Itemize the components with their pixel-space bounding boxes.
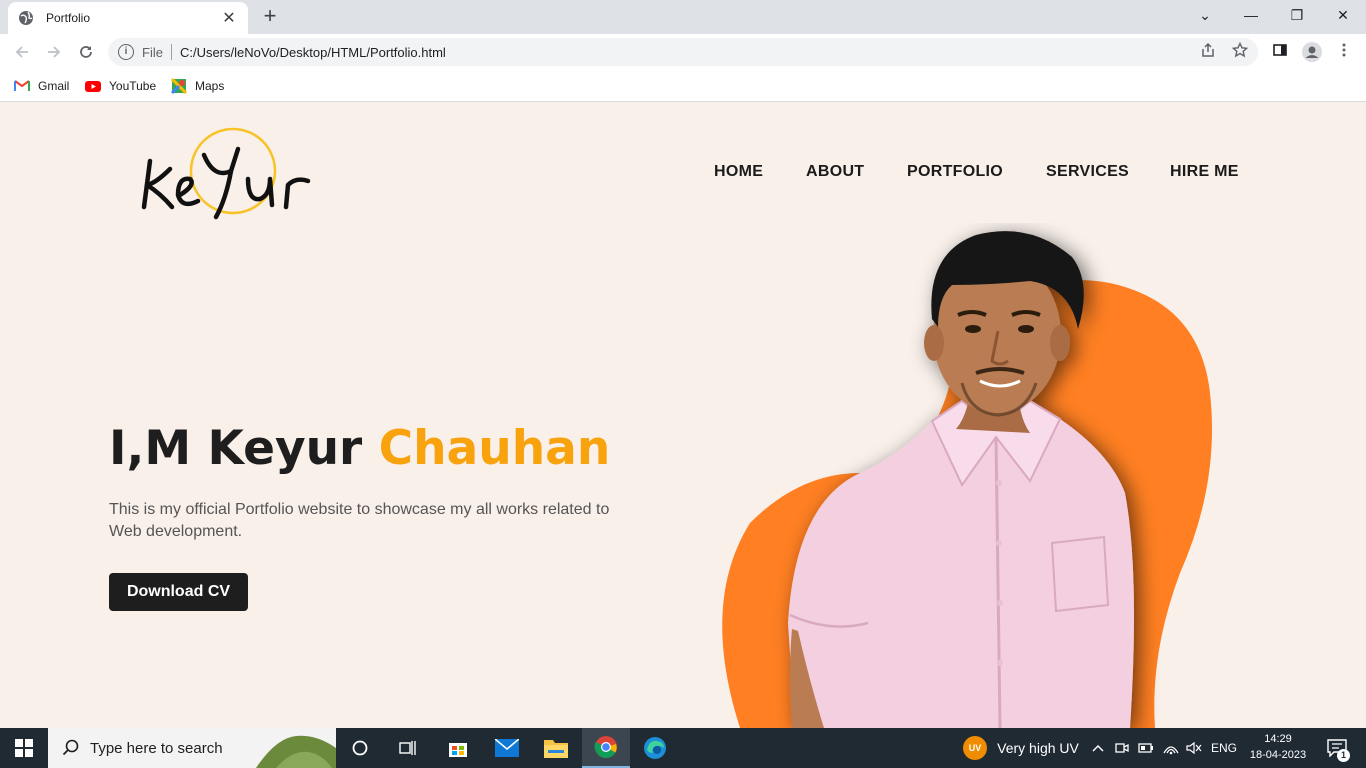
search-placeholder: Type here to search — [90, 739, 223, 757]
tab-portfolio[interactable]: Portfolio ✕ — [8, 2, 248, 34]
bookmark-label: YouTube — [109, 79, 157, 93]
tab-search-chevron-icon[interactable]: ⌄ — [1182, 0, 1228, 30]
search-icon — [62, 739, 79, 756]
restore-button[interactable]: ❐ — [1274, 0, 1320, 30]
download-cv-button[interactable]: Download CV — [109, 573, 248, 611]
maps-icon — [171, 78, 187, 94]
tab-strip: Portfolio ✕ + ⌄ — ❐ ✕ — [0, 0, 1366, 34]
language-indicator[interactable]: ENG — [1206, 728, 1242, 768]
bookmark-label: Gmail — [38, 79, 70, 93]
clock-date: 18-04-2023 — [1249, 749, 1307, 761]
omnibox-divider — [170, 44, 172, 60]
new-tab-button[interactable]: + — [258, 4, 282, 28]
arrow-right-icon — [48, 46, 61, 58]
close-window-button[interactable]: ✕ — [1320, 0, 1366, 30]
notifications-button[interactable]: 1 — [1320, 728, 1354, 768]
nav-about[interactable]: ABOUT — [806, 163, 864, 181]
share-icon[interactable] — [1198, 42, 1218, 62]
tab-close-icon[interactable]: ✕ — [220, 8, 238, 28]
profile-avatar-icon[interactable] — [1302, 42, 1322, 62]
forward-button[interactable] — [42, 40, 66, 64]
bookmark-label: Maps — [195, 79, 225, 93]
browser-toolbar: i File C:/Users/leNoVo/Desktop/HTML/Port… — [0, 34, 1366, 70]
hero-title-prefix: I,M Keyur — [109, 421, 379, 476]
back-button[interactable] — [10, 40, 34, 64]
side-panel-icon[interactable] — [1270, 42, 1290, 62]
nav-hire-me[interactable]: HIRE ME — [1170, 163, 1239, 181]
hero-description: This is my official Portfolio website to… — [109, 501, 610, 540]
bookmarks-bar: Gmail YouTube Maps — [0, 70, 1366, 102]
tab-title: Portfolio — [46, 11, 91, 25]
folder-icon — [544, 740, 568, 758]
mail-button[interactable] — [487, 728, 527, 768]
hero-title: I,M Keyur Chauhan — [109, 421, 610, 476]
tray-chevron-up-icon[interactable] — [1088, 728, 1108, 768]
weather-uv-text[interactable]: Very high UV — [993, 728, 1083, 768]
volume-muted-icon[interactable] — [1184, 728, 1204, 768]
edge-button[interactable] — [635, 728, 675, 768]
chrome-taskbar-button[interactable] — [582, 728, 630, 768]
site-info-icon[interactable]: i — [118, 44, 134, 60]
start-button[interactable] — [0, 728, 48, 768]
minimize-button[interactable]: — — [1228, 0, 1274, 30]
battery-icon[interactable] — [1136, 728, 1156, 768]
taskbar-search[interactable]: Type here to search — [48, 728, 336, 768]
address-bar[interactable]: i File C:/Users/leNoVo/Desktop/HTML/Port… — [108, 38, 1258, 66]
task-view-icon — [399, 741, 416, 755]
meet-now-icon[interactable] — [1112, 728, 1132, 768]
reload-button[interactable] — [74, 40, 98, 64]
portfolio-page: HOME ABOUT PORTFOLIO SERVICES HIRE ME I,… — [0, 103, 1366, 728]
profile-photo — [722, 231, 1212, 728]
file-explorer-button[interactable] — [536, 728, 576, 768]
notification-count: 1 — [1337, 749, 1350, 762]
search-highlight-image-icon — [256, 735, 336, 768]
task-view-button[interactable] — [388, 728, 428, 768]
site-logo[interactable] — [130, 121, 330, 221]
edge-icon — [644, 737, 666, 759]
cortana-circle-icon — [352, 740, 368, 756]
microsoft-store-button[interactable] — [438, 728, 478, 768]
reload-icon — [80, 46, 92, 58]
bookmark-gmail[interactable]: Gmail — [14, 76, 69, 96]
windows-taskbar: Type here to search UV Very high UV ENG … — [0, 728, 1366, 768]
menu-kebab-icon[interactable] — [1334, 42, 1354, 62]
nav-home[interactable]: HOME — [714, 163, 763, 181]
store-icon — [449, 743, 467, 757]
bookmark-maps[interactable]: Maps — [171, 76, 224, 96]
chrome-icon — [594, 736, 617, 758]
url-scheme: File — [142, 44, 163, 60]
bookmark-youtube[interactable]: YouTube — [85, 76, 156, 96]
nav-portfolio[interactable]: PORTFOLIO — [907, 163, 1003, 181]
arrow-left-icon — [15, 46, 28, 58]
cortana-button[interactable] — [340, 728, 380, 768]
hero-title-accent: Chauhan — [378, 421, 611, 476]
uv-badge-icon: UV — [963, 736, 987, 760]
weather-uv-badge[interactable]: UV — [960, 728, 990, 768]
windows-logo-icon — [15, 739, 33, 757]
system-clock[interactable]: 14:29 18-04-2023 — [1240, 731, 1316, 763]
mail-icon — [495, 739, 519, 757]
clock-time: 14:29 — [1264, 733, 1292, 745]
globe-icon — [19, 11, 33, 25]
gmail-icon — [14, 80, 30, 91]
youtube-icon — [85, 81, 101, 92]
wifi-icon[interactable] — [1160, 728, 1182, 768]
nav-services[interactable]: SERVICES — [1046, 163, 1129, 181]
bookmark-star-icon[interactable] — [1230, 41, 1250, 62]
url-text[interactable]: C:/Users/leNoVo/Desktop/HTML/Portfolio.h… — [180, 45, 446, 60]
